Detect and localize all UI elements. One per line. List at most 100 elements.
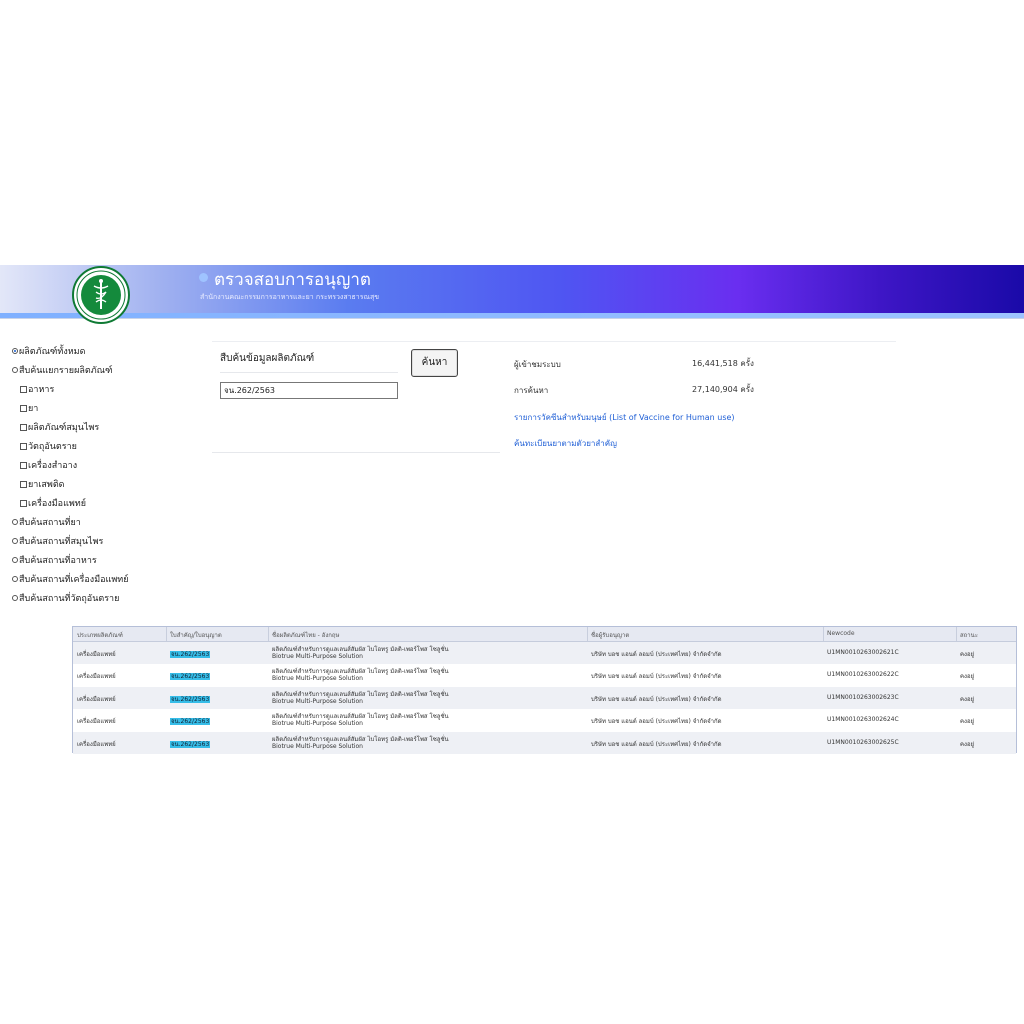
cell-holder: บริษัท บอช แอนด์ ลอมบ์ (ประเทศไทย) จำกัด… <box>591 716 722 726</box>
header-license[interactable]: ใบสำคัญ/ใบอนุญาต <box>170 630 222 640</box>
option-label: ผลิตภัณฑ์ทั้งหมด <box>19 347 86 357</box>
option-item[interactable]: สืบค้นสถานที่ยา <box>12 515 81 529</box>
option-item[interactable]: ผลิตภัณฑ์สมุนไพร <box>20 420 99 434</box>
header-holder[interactable]: ชื่อผู้รับอนุญาต <box>591 630 629 640</box>
radio-icon[interactable] <box>12 576 18 582</box>
cell-status: คงอยู่ <box>960 671 974 681</box>
radio-icon[interactable] <box>12 538 18 544</box>
visitors-label: ผู้เข้าชมระบบ <box>514 360 561 369</box>
table-row[interactable]: เครื่องมือแพทย์ จน.262/2563 ผลิตภัณฑ์สำหรั… <box>73 664 1016 686</box>
radio-icon[interactable] <box>12 595 18 601</box>
option-item[interactable]: ยาเสพติด <box>20 477 65 491</box>
cell-status-text: คงอยู่ <box>960 673 975 681</box>
cell-holder-text: บริษัท บอช แอนด์ ลอมบ์ (ประเทศไทย) จำกัด… <box>591 695 722 703</box>
radio-icon[interactable] <box>12 557 18 563</box>
cell-license[interactable]: จน.262/2563 <box>170 694 211 704</box>
option-item[interactable]: สืบค้นสถานที่สมุนไพร <box>12 534 103 548</box>
cell-status: คงอยู่ <box>960 739 974 749</box>
checkbox-icon[interactable] <box>20 404 27 412</box>
header-product-type[interactable]: ประเภทผลิตภัณฑ์ <box>77 630 123 640</box>
cell-name-en-text: Biotrue Multi-Purpose Solution <box>272 742 363 750</box>
option-label: ยา <box>28 404 39 414</box>
radio-icon[interactable] <box>12 367 18 373</box>
option-label: วัตถุอันตราย <box>28 442 77 452</box>
option-label: ยาเสพติด <box>28 480 65 490</box>
table-row[interactable]: เครื่องมือแพทย์ จน.262/2563 ผลิตภัณฑ์สำหรั… <box>73 642 1016 664</box>
cell-holder: บริษัท บอช แอนด์ ลอมบ์ (ประเทศไทย) จำกัด… <box>591 671 722 681</box>
drug-search-link[interactable]: ค้นทะเบียนยาตามตัวยาสำคัญ <box>514 437 617 450</box>
cell-status-text: คงอยู่ <box>960 718 975 726</box>
option-label: สืบค้นสถานที่วัตถุอันตราย <box>19 594 120 604</box>
option-item[interactable]: อาหาร <box>20 382 54 396</box>
option-item[interactable]: เครื่องมือแพทย์ <box>20 496 86 510</box>
option-label: ผลิตภัณฑ์สมุนไพร <box>28 423 100 433</box>
search-button[interactable]: ค้นหา <box>411 349 458 377</box>
cell-newcode-text: U1MN0010263002621C <box>827 649 899 656</box>
checkbox-icon[interactable] <box>20 423 27 431</box>
cell-type-text: เครื่องมือแพทย์ <box>77 740 116 748</box>
option-item[interactable]: ยา <box>20 401 38 415</box>
header-status[interactable]: สถานะ <box>960 630 978 640</box>
option-item[interactable]: สืบค้นสถานที่อาหาร <box>12 553 97 567</box>
search-input[interactable] <box>220 382 398 399</box>
cell-license[interactable]: จน.262/2563 <box>170 739 211 749</box>
option-label: สืบค้นสถานที่อาหาร <box>19 556 97 566</box>
option-item[interactable]: สืบค้นแยกรายผลิตภัณฑ์ <box>12 363 112 377</box>
option-label: เครื่องสำอาง <box>28 461 78 471</box>
cell-newcode-text: U1MN0010263002623C <box>827 693 899 701</box>
cell-status: คงอยู่ <box>960 716 974 726</box>
option-label: สืบค้นสถานที่สมุนไพร <box>19 537 104 547</box>
cell-type-text: เครื่องมือแพทย์ <box>77 673 116 681</box>
option-item[interactable]: ผลิตภัณฑ์ทั้งหมด <box>12 344 85 358</box>
option-item[interactable]: เครื่องสำอาง <box>20 458 77 472</box>
cell-newcode: U1MN0010263002622C <box>827 671 899 678</box>
page-title: ตรวจสอบการอนุญาต <box>214 270 371 290</box>
cell-name-th-text: ผลิตภัณฑ์สำหรับการดูแลเลนส์สัมผัส ไบโอทร… <box>272 690 449 698</box>
cell-license-text: จน.262/2563 <box>170 651 211 658</box>
checkbox-icon[interactable] <box>20 385 27 393</box>
cell-newcode: U1MN0010263002623C <box>827 694 899 701</box>
option-item[interactable]: สืบค้นสถานที่วัตถุอันตราย <box>12 591 119 605</box>
cell-name-en-text: Biotrue Multi-Purpose Solution <box>272 675 363 683</box>
cell-name-th-text: ผลิตภัณฑ์สำหรับการดูแลเลนส์สัมผัส ไบโอทร… <box>272 668 449 676</box>
cell-type-text: เครื่องมือแพทย์ <box>77 718 116 726</box>
cell-newcode: U1MN0010263002621C <box>827 649 899 656</box>
cell-type: เครื่องมือแพทย์ <box>77 671 116 681</box>
searches-label: การค้นหา <box>514 386 549 395</box>
table-row[interactable]: เครื่องมือแพทย์ จน.262/2563 ผลิตภัณฑ์สำหรั… <box>73 686 1016 709</box>
cell-holder-text: บริษัท บอช แอนด์ ลอมบ์ (ประเทศไทย) จำกัด… <box>591 673 722 681</box>
checkbox-icon[interactable] <box>20 499 27 507</box>
cell-license[interactable]: จน.262/2563 <box>170 716 211 726</box>
radio-icon[interactable] <box>12 348 18 354</box>
title-dot-icon <box>199 273 208 282</box>
cell-license[interactable]: จน.262/2563 <box>170 649 211 659</box>
panel-top-divider <box>212 341 896 342</box>
checkbox-icon[interactable] <box>20 480 27 488</box>
cell-type: เครื่องมือแพทย์ <box>77 739 116 749</box>
option-item[interactable]: วัตถุอันตราย <box>20 439 77 453</box>
header-product-name[interactable]: ชื่อผลิตภัณฑ์ไทย - อังกฤษ <box>272 630 340 640</box>
cell-newcode: U1MN0010263002624C <box>827 716 899 723</box>
search-section-label: สืบค้นข้อมูลผลิตภัณฑ์ <box>220 353 315 364</box>
vaccine-list-link[interactable]: รายการวัคซีนสำหรับมนุษย์ (List of Vaccin… <box>514 411 735 424</box>
cell-type: เครื่องมือแพทย์ <box>77 694 116 704</box>
option-label: สืบค้นสถานที่เครื่องมือแพทย์ <box>19 575 129 585</box>
radio-icon[interactable] <box>12 519 18 525</box>
cell-type-text: เครื่องมือแพทย์ <box>77 695 116 703</box>
cell-license[interactable]: จน.262/2563 <box>170 671 211 681</box>
cell-holder-text: บริษัท บอช แอนด์ ลอมบ์ (ประเทศไทย) จำกัด… <box>591 718 722 726</box>
option-item[interactable]: สืบค้นสถานที่เครื่องมือแพทย์ <box>12 572 128 586</box>
ministry-logo-icon <box>72 266 130 324</box>
cell-holder-text: บริษัท บอช แอนด์ ลอมบ์ (ประเทศไทย) จำกัด… <box>591 651 722 658</box>
cell-holder: บริษัท บอช แอนด์ ลอมบ์ (ประเทศไทย) จำกัด… <box>591 739 722 749</box>
cell-name-th-text: ผลิตภัณฑ์สำหรับการดูแลเลนส์สัมผัส ไบโอทร… <box>272 713 449 721</box>
option-label: สืบค้นสถานที่ยา <box>19 518 81 528</box>
checkbox-icon[interactable] <box>20 442 27 450</box>
header-banner <box>0 265 1024 313</box>
checkbox-icon[interactable] <box>20 461 27 469</box>
table-row[interactable]: เครื่องมือแพทย์ จน.262/2563 ผลิตภัณฑ์สำหรั… <box>73 731 1016 754</box>
searches-value: 27,140,904 ครั้ง <box>692 385 754 394</box>
header-newcode[interactable]: Newcode <box>827 630 855 637</box>
cell-newcode-text: U1MN0010263002624C <box>827 716 899 724</box>
table-row[interactable]: เครื่องมือแพทย์ จน.262/2563 ผลิตภัณฑ์สำหรั… <box>73 709 1016 731</box>
